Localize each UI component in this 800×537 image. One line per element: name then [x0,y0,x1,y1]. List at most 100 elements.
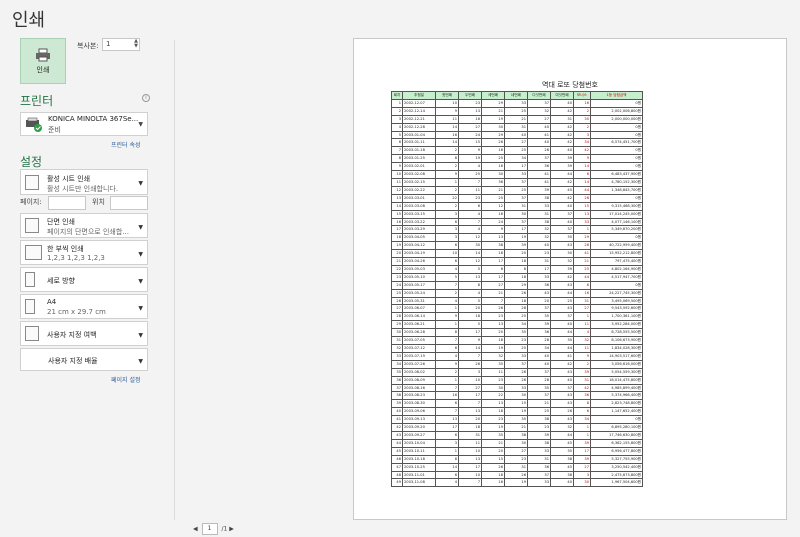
table-cell: 16 [435,130,459,140]
table-cell: 26 [481,462,505,472]
margins-select[interactable]: 사용자 지정 여백 ▼ [20,321,148,346]
table-cell: 43 [391,430,403,440]
table-cell: 16 [481,162,505,172]
info-icon[interactable]: i [142,94,150,102]
scaling-select[interactable]: 사용자 지정 배율 ▼ [20,348,148,371]
table-cell: 8 [435,154,459,164]
column-header: 세번째 [481,91,505,100]
table-row: 41 2003-09-13 13 20 23 35 38 43 34 0원 [391,415,643,425]
current-page-input[interactable]: 1 [201,523,218,535]
table-cell: 45 [391,446,403,456]
table-cell: 1 [435,304,459,314]
table-cell: 18 [481,407,505,417]
table-cell: 43 [550,367,574,377]
printer-name: KONICA MINOLTA 367Se... [48,115,139,123]
table-cell: 44 [550,328,574,338]
table-cell: 2002-12-07 [402,98,436,108]
table-cell: 27 [527,114,551,124]
table-cell: 3,952,284,000원 [590,320,643,330]
table-cell: 26 [504,367,528,377]
table-cell: 2 [435,146,459,156]
printer-select[interactable]: KONICA MINOLTA 367Se... 준비 ▼ [20,112,148,136]
table-cell: 17 [573,446,591,456]
table-cell: 2003-03-08 [402,201,436,211]
table-cell: 21 [481,106,505,116]
table-row: 28 2003-06-14 9 18 23 25 35 37 1 1,700,361,100원 [391,312,643,322]
prev-page-icon[interactable]: ◀ [193,526,198,533]
table-cell: 40 [550,146,574,156]
printer-properties-link[interactable]: 프린터 속성 [111,140,141,149]
column-header: 여섯번째 [550,91,574,100]
table-cell: 4 [435,351,459,361]
table-cell: 25 [504,344,528,353]
table-cell: 1 [435,320,459,330]
table-cell: 14 [435,462,459,472]
table-cell: 26 [481,138,505,148]
copies-input[interactable]: 1 ▲ ▼ [102,38,140,51]
table-cell: 1 [391,98,403,108]
table-cell: 2003-04-05 [402,233,436,243]
table-row: 48 2003-11-01 6 10 18 26 37 38 3 2,475,673,800원 [391,470,643,480]
table-cell: 6 [435,217,459,227]
table-cell: 39 [504,241,528,251]
table-cell: 9 [458,146,482,156]
table-cell: 9 [573,351,591,361]
print-what-select[interactable]: 활성 시트 인쇄 활성 시트만 인쇄합니다. ▼ [20,169,148,195]
table-cell: 30 [504,209,528,219]
page-to-input[interactable] [110,196,148,210]
table-cell: 7 [435,383,459,393]
table-cell: 17 [391,225,403,235]
table-cell: 28 [391,312,403,322]
table-cell: 26 [504,288,528,298]
table-cell: 13 [481,233,505,243]
table-cell: 6 [458,201,482,211]
table-cell: 32 [527,106,551,116]
total-pages: /1 [221,525,228,533]
table-cell: 37 [527,470,551,480]
table-cell: 31 [504,122,528,132]
table-row: 19 2003-04-12 6 30 38 39 40 43 26 40,722,959,400원 [391,241,643,251]
table-cell: 33 [527,446,551,456]
next-page-icon[interactable]: ▶ [229,526,234,533]
page-setup-link[interactable]: 페이지 설정 [111,375,141,384]
table-row: 34 2003-07-26 9 26 35 37 40 42 2 3,056,616,000원 [391,359,643,369]
copies-spinner[interactable]: ▲ ▼ [134,39,138,49]
table-cell: 41 [550,351,574,361]
table-row: 8 2003-01-25 8 19 25 34 37 39 9 0원 [391,154,643,164]
table-cell: 2003-04-12 [402,241,436,251]
table-cell: 37 [550,383,574,393]
chevron-down-icon: ▼ [138,278,143,285]
table-cell: 19 [481,114,505,124]
print-button[interactable]: 인쇄 [20,38,66,84]
table-cell: 38 [527,415,551,425]
table-cell: 49 [391,478,403,488]
table-cell: 3,250,542,400원 [590,462,643,472]
table-cell: 25 [481,154,505,164]
table-cell: 37 [550,209,574,219]
sides-select[interactable]: 단면 인쇄 페이지의 단면으로 인쇄합... ▼ [20,213,148,238]
table-cell: 38 [527,193,551,203]
margins-icon [25,326,39,341]
table-cell: 37 [504,193,528,203]
table-cell: 17 [504,162,528,172]
table-row: 39 2003-08-30 6 7 13 15 21 43 8 2,823,748,800원 [391,399,643,409]
table-cell: 20 [481,328,505,338]
table-cell: 43 [550,241,574,251]
table-cell: 7 [435,336,459,345]
table-cell: 15,952,212,800원 [590,249,643,259]
page-from-input[interactable] [48,196,86,210]
table-cell: 5 [458,320,482,330]
table-cell: 1 [573,423,591,432]
table-cell: 30 [504,438,528,448]
collate-select[interactable]: 한 부씩 인쇄 1,2,3 1,2,3 1,2,3 ▼ [20,240,148,265]
orientation-select[interactable]: 세로 방향 ▼ [20,267,148,292]
table-cell: 2003-03-01 [402,193,436,203]
paper-size-select[interactable]: A4 21 cm x 29.7 cm ▼ [20,294,148,319]
table-cell: 40 [527,122,551,132]
table-cell: 22 [481,391,505,401]
table-cell: 20 [458,304,482,314]
table-cell: 2 [435,367,459,377]
table-row: 22 2003-05-03 4 5 6 8 17 39 25 4,802,164,900원 [391,264,643,274]
table-cell: 33 [504,383,528,393]
table-cell: 9 [458,336,482,345]
